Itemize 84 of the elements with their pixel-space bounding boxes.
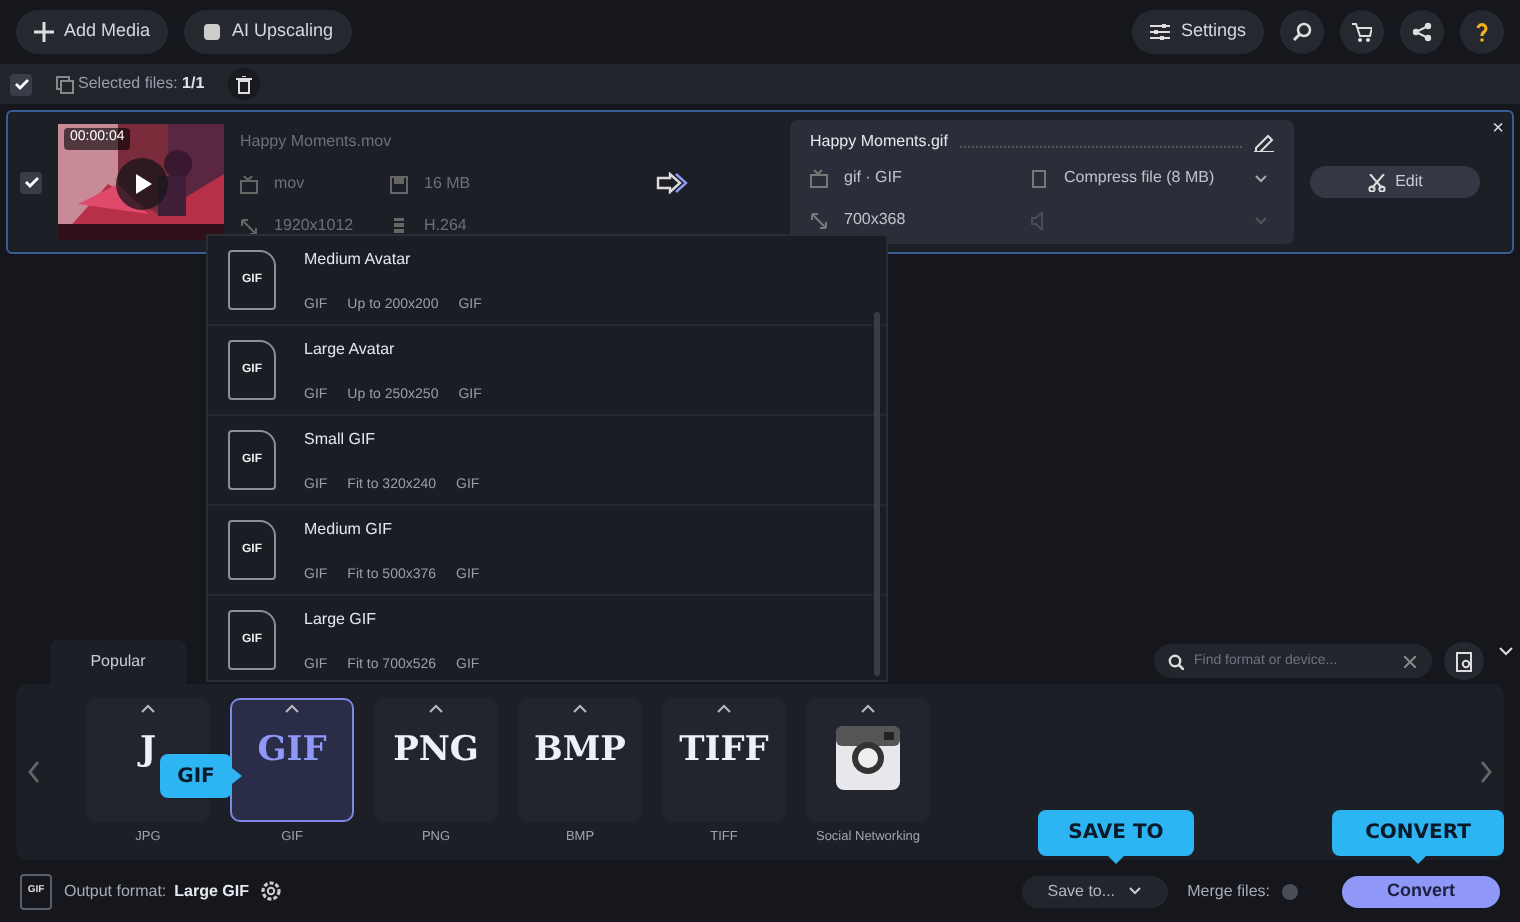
save-to-button[interactable]: Save to... (1021, 875, 1168, 907)
resize-icon (240, 217, 258, 235)
copy-icon (56, 75, 74, 93)
selected-count: Selected files: 1/1 (78, 72, 205, 96)
file-resolution: 1920x1012 (274, 214, 354, 238)
scrollbar[interactable] (874, 312, 880, 676)
checkbox[interactable] (20, 171, 42, 193)
compression-label: Compress file (8 MB) (1064, 166, 1215, 190)
save-icon (390, 175, 408, 193)
next-icon[interactable] (1480, 760, 1492, 784)
preset-title[interactable]: Large Avatar (304, 338, 482, 362)
output-format: gif · GIF (844, 166, 902, 190)
expand-icon[interactable] (572, 703, 588, 714)
file-codec: H.264 (424, 214, 467, 238)
plus-icon (34, 22, 54, 42)
file-format: mov (274, 172, 305, 196)
icon-button[interactable] (1280, 10, 1324, 54)
help-icon (1472, 22, 1492, 42)
checkbox[interactable] (10, 73, 32, 95)
play-button[interactable] (116, 158, 168, 210)
expand-icon[interactable] (860, 703, 876, 714)
icon-button[interactable] (1400, 10, 1444, 54)
expand-icon[interactable] (716, 703, 732, 714)
sliders-icon (1150, 22, 1171, 42)
preset-title[interactable]: Small GIF (304, 428, 480, 452)
format-tile[interactable] (806, 697, 930, 822)
caret-icon (1127, 886, 1142, 896)
toolbar-button[interactable]: AI Upscaling (184, 10, 352, 54)
device-icon (1455, 651, 1473, 671)
cart-icon (1352, 22, 1372, 42)
callout-tooltip: GIF (160, 754, 242, 798)
collapse-icon[interactable] (1498, 646, 1514, 656)
file-icon (1030, 169, 1048, 187)
format-tile[interactable]: TIFF (662, 697, 786, 822)
search-icon (1292, 22, 1312, 42)
format-logo: J (139, 727, 157, 774)
close-button[interactable]: × (1492, 114, 1504, 144)
check-icon (21, 172, 41, 192)
delete-button[interactable] (228, 68, 261, 100)
device-button[interactable] (1444, 642, 1484, 680)
expand-icon[interactable] (284, 703, 300, 714)
expand-icon[interactable] (140, 703, 156, 714)
edit-button[interactable]: Edit (1310, 166, 1480, 198)
output-format-value: Large GIF (174, 879, 249, 903)
check-icon (11, 74, 31, 94)
format-logo: GIF (257, 727, 327, 774)
resize-icon (810, 211, 828, 229)
previous-icon[interactable] (28, 760, 40, 784)
gear-icon[interactable] (260, 880, 283, 902)
preset-title[interactable]: Large GIF (304, 608, 480, 632)
merge-toggle[interactable] (1282, 883, 1298, 899)
format-logo: BMP (534, 727, 626, 774)
format-tab[interactable]: Popular (50, 640, 186, 684)
output-format-label: Output format: (64, 879, 167, 903)
settings-button[interactable]: Settings (1132, 10, 1264, 54)
camera-icon (836, 725, 900, 790)
format-tile[interactable]: PNG (374, 697, 498, 822)
clear-icon[interactable] (1404, 655, 1416, 667)
output-resolution: 700x368 (844, 208, 906, 232)
callout-tooltip: SAVE TO (1038, 810, 1194, 864)
convert-button[interactable]: Convert (1342, 875, 1500, 907)
scissors-icon (1367, 173, 1386, 191)
format-logo: TIFF (679, 727, 769, 774)
callout-tooltip: CONVERT (1332, 810, 1504, 864)
icon-button[interactable] (1340, 10, 1384, 54)
convert-arrow-icon (656, 171, 688, 193)
format-logo: PNG (393, 727, 479, 774)
speaker-icon (1030, 211, 1048, 229)
file-size: 16 MB (424, 172, 471, 196)
caret-icon[interactable] (1254, 173, 1268, 183)
pencil-icon[interactable] (1254, 132, 1274, 152)
output-name: Happy Moments.gif (810, 130, 948, 154)
preset-title[interactable]: Medium Avatar (304, 248, 482, 272)
merge-label: Merge files: (1187, 879, 1270, 903)
share-icon (1412, 22, 1432, 42)
format-tile[interactable]: BMP (518, 697, 642, 822)
file-name: Happy Moments.mov (240, 130, 394, 154)
preset-title[interactable]: Medium GIF (304, 518, 480, 542)
trash-icon (236, 75, 253, 93)
search-icon (1168, 653, 1184, 669)
icon-button[interactable] (1460, 10, 1504, 54)
expand-icon[interactable] (428, 703, 444, 714)
toolbar-button[interactable]: Add Media (16, 10, 169, 54)
format-tile[interactable]: GIF (230, 697, 354, 822)
